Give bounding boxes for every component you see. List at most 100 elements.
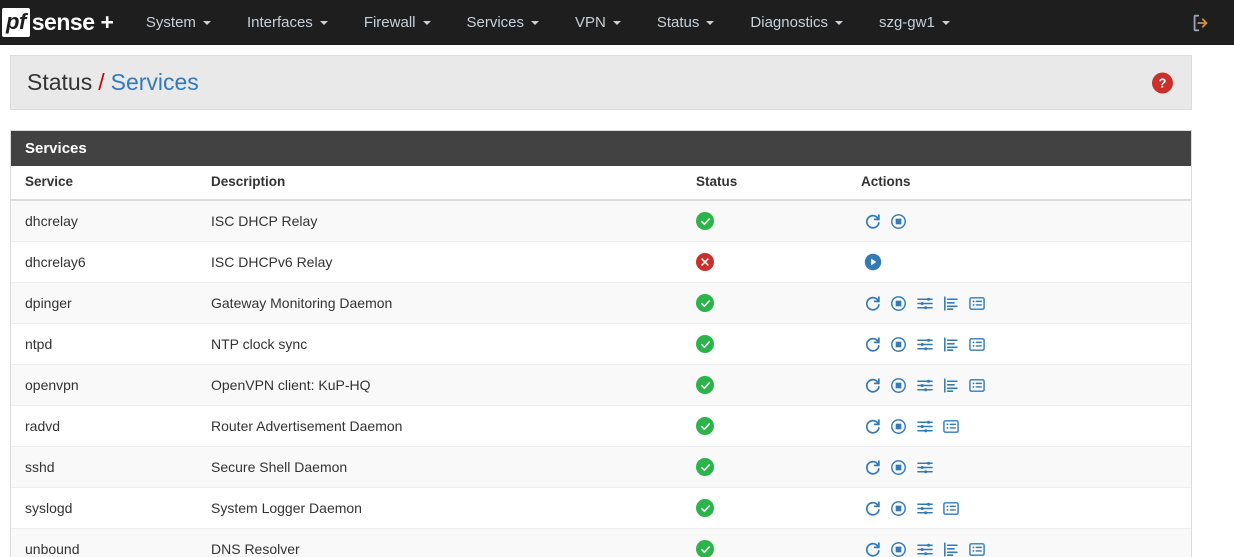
restart-icon[interactable] xyxy=(861,456,884,478)
cell-description: ISC DHCP Relay xyxy=(201,199,686,242)
nav-item-diagnostics[interactable]: Diagnostics xyxy=(732,0,861,45)
list-alt-icon[interactable] xyxy=(965,333,988,355)
nav-item-system[interactable]: System xyxy=(128,0,229,45)
breadcrumb: Status / Services xyxy=(27,69,199,96)
table-row: radvd Router Advertisement Daemon xyxy=(11,405,1191,447)
cell-description: ISC DHCPv6 Relay xyxy=(201,241,686,283)
brand-pf-mark: pf xyxy=(2,8,30,37)
action-group xyxy=(861,456,1181,478)
pfsense-logo[interactable]: pf sense + xyxy=(0,0,128,45)
nav-item-vpn[interactable]: VPN xyxy=(557,0,639,45)
action-group xyxy=(861,210,1181,232)
list-alt-icon[interactable] xyxy=(965,538,988,557)
list-alt-icon[interactable] xyxy=(939,415,962,437)
status-badge-check-circle-icon xyxy=(696,376,714,394)
restart-icon[interactable] xyxy=(861,210,884,232)
stop-icon[interactable] xyxy=(887,292,910,314)
table-row: dpinger Gateway Monitoring Daemon xyxy=(11,282,1191,324)
nav-item-label: Firewall xyxy=(363,14,416,31)
nav-menu: System Interfaces Firewall Services VPN Statu… xyxy=(128,0,968,45)
nav-item-label: Services xyxy=(466,14,525,31)
restart-icon[interactable] xyxy=(861,538,884,557)
start-icon[interactable] xyxy=(861,251,884,273)
cell-service: dhcrelay xyxy=(11,199,201,242)
align-left-icon[interactable] xyxy=(939,292,962,314)
stop-icon[interactable] xyxy=(887,497,910,519)
page-header: Status / Services ? xyxy=(10,55,1192,110)
align-left-icon[interactable] xyxy=(939,333,962,355)
cell-status xyxy=(686,241,851,283)
align-left-icon[interactable] xyxy=(939,538,962,557)
page-content: Status / Services ? Services Service Descr… xyxy=(0,55,1234,557)
navbar-right xyxy=(1190,0,1212,45)
table-row: sshd Secure Shell Daemon xyxy=(11,446,1191,488)
settings-icon[interactable] xyxy=(913,497,936,519)
cell-service: radvd xyxy=(11,405,201,447)
top-navbar: pf sense + System Interfaces Firewall Servi… xyxy=(0,0,1234,45)
action-group xyxy=(861,251,1181,273)
table-row: ntpd NTP clock sync xyxy=(11,323,1191,365)
cell-description: System Logger Daemon xyxy=(201,487,686,529)
table-header: Service Description Status Actions xyxy=(11,166,1191,201)
align-left-icon[interactable] xyxy=(939,374,962,396)
stop-icon[interactable] xyxy=(887,415,910,437)
chevron-down-icon xyxy=(834,20,843,25)
cell-description: NTP clock sync xyxy=(201,323,686,365)
restart-icon[interactable] xyxy=(861,292,884,314)
brand-plus-text: + xyxy=(100,9,114,35)
settings-icon[interactable] xyxy=(913,456,936,478)
restart-icon[interactable] xyxy=(861,374,884,396)
stop-icon[interactable] xyxy=(887,210,910,232)
breadcrumb-leaf[interactable]: Services xyxy=(111,69,199,95)
cell-description: Secure Shell Daemon xyxy=(201,446,686,488)
nav-item-status[interactable]: Status xyxy=(639,0,733,45)
services-table: Service Description Status Actions dhcre… xyxy=(11,166,1191,557)
status-badge-check-circle-icon xyxy=(696,294,714,312)
restart-icon[interactable] xyxy=(861,415,884,437)
settings-icon[interactable] xyxy=(913,292,936,314)
column-header-service: Service xyxy=(11,166,201,201)
restart-icon[interactable] xyxy=(861,333,884,355)
action-group xyxy=(861,538,1181,557)
nav-item-firewall[interactable]: Firewall xyxy=(346,0,449,45)
list-alt-icon[interactable] xyxy=(965,292,988,314)
nav-item-label: Interfaces xyxy=(246,14,313,31)
table-header-row: Service Description Status Actions xyxy=(11,166,1191,201)
cell-description: Router Advertisement Daemon xyxy=(201,405,686,447)
list-alt-icon[interactable] xyxy=(939,497,962,519)
nav-item-services[interactable]: Services xyxy=(449,0,558,45)
settings-icon[interactable] xyxy=(913,538,936,557)
brand-sense-text: sense xyxy=(31,9,95,35)
table-row: unbound DNS Resolver xyxy=(11,528,1191,557)
cell-status xyxy=(686,405,851,447)
action-group xyxy=(861,292,1181,314)
settings-icon[interactable] xyxy=(913,415,936,437)
restart-icon[interactable] xyxy=(861,497,884,519)
help-icon[interactable]: ? xyxy=(1152,72,1173,93)
logout-icon[interactable] xyxy=(1190,12,1212,34)
action-group xyxy=(861,415,1181,437)
cell-service: dhcrelay6 xyxy=(11,241,201,283)
table-row: syslogd System Logger Daemon xyxy=(11,487,1191,529)
action-group xyxy=(861,497,1181,519)
list-alt-icon[interactable] xyxy=(965,374,988,396)
cell-status xyxy=(686,282,851,324)
settings-icon[interactable] xyxy=(913,374,936,396)
stop-icon[interactable] xyxy=(887,374,910,396)
settings-icon[interactable] xyxy=(913,333,936,355)
cell-actions xyxy=(851,323,1191,365)
cell-service: sshd xyxy=(11,446,201,488)
stop-icon[interactable] xyxy=(887,333,910,355)
cell-actions xyxy=(851,199,1191,242)
nav-item-interfaces[interactable]: Interfaces xyxy=(229,0,346,45)
stop-icon[interactable] xyxy=(887,538,910,557)
chevron-down-icon xyxy=(941,20,950,25)
cell-status xyxy=(686,323,851,365)
cell-description: OpenVPN client: KuP-HQ xyxy=(201,364,686,406)
stop-icon[interactable] xyxy=(887,456,910,478)
nav-item-szg-gw1[interactable]: szg-gw1 xyxy=(861,0,968,45)
column-header-actions: Actions xyxy=(851,166,1191,201)
chevron-down-icon xyxy=(202,20,211,25)
cell-service: unbound xyxy=(11,528,201,557)
status-badge-check-circle-icon xyxy=(696,458,714,476)
